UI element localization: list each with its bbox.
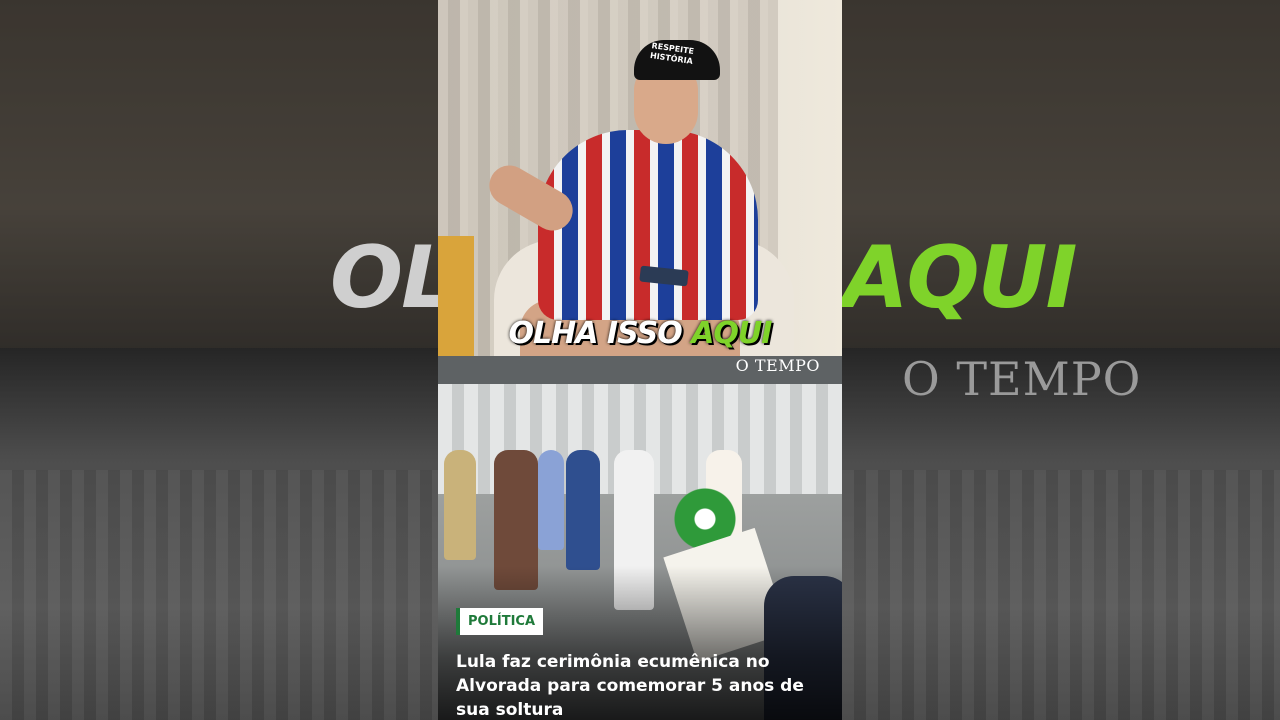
blurred-background-right: AQUI O TEMPO <box>842 0 1280 720</box>
caption-word-green: AQUI <box>691 316 772 351</box>
dim-overlay <box>0 0 438 720</box>
blurred-caption-right: AQUI <box>842 228 1077 328</box>
blurred-caption-left: OL <box>330 228 438 328</box>
person-figure <box>444 450 476 560</box>
person-figure <box>538 450 564 550</box>
striped-jersey <box>538 130 758 320</box>
caption-word-white: OLHA ISSO <box>508 316 683 351</box>
category-badge: POLÍTICA <box>456 608 544 635</box>
brand-logo: O TEMPO <box>735 356 820 375</box>
person-figure <box>566 450 600 570</box>
short-video-frame[interactable]: RESPEITE HISTÓRIA OLHA ISSO AQUI O TEMPO… <box>438 0 842 720</box>
blurred-brand: O TEMPO <box>902 352 1142 406</box>
news-headline: Lula faz cerimônia ecumênica no Alvorada… <box>456 652 804 720</box>
news-card[interactable]: O TEMPO POLÍTICA Lula faz cerimônia ecum… <box>438 356 842 720</box>
blurred-background-left: OL <box>0 0 438 720</box>
video-top-section: RESPEITE HISTÓRIA OLHA ISSO AQUI <box>438 0 842 356</box>
video-caption: OLHA ISSO AQUI <box>438 316 842 351</box>
